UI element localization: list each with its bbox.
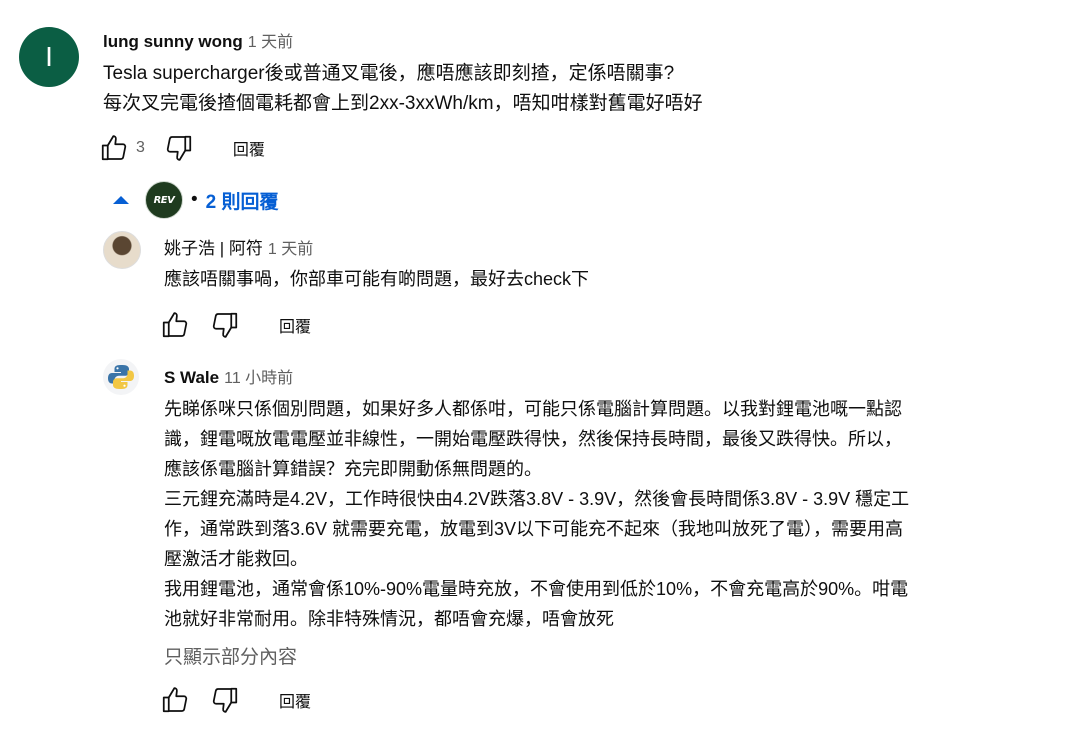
bullet-separator: • (191, 189, 198, 210)
comment-line: 每次叉完電後揸個電耗都會上到2xx-3xxWh/km，唔知咁樣對舊電好唔好 (103, 93, 703, 114)
reply-actions: 回覆 (159, 685, 311, 715)
reply-button[interactable]: 回覆 (279, 688, 311, 712)
thumbs-down-icon (212, 687, 238, 713)
reply-actions: 回覆 (159, 310, 311, 340)
reply-line: 三元鋰充滿時是4.2V，工作時很快由4.2V跌落3.8V - 3.9V，然後會長… (164, 489, 910, 509)
reply-line: 池就好非常耐用。除非特殊情況，都唔會充爆，唔會放死 (164, 609, 614, 629)
reply-author[interactable]: 姚子浩 | 阿符 (164, 234, 263, 259)
comment-header: lung sunny wong 1 天前 (103, 28, 293, 52)
reply-text: 應該唔關事喎，你部車可能有啲問題，最好去check下 (164, 264, 589, 294)
caret-up-icon (113, 196, 129, 204)
thumbs-down-icon (166, 135, 192, 161)
comment-author[interactable]: lung sunny wong (103, 32, 243, 52)
dislike-button[interactable] (209, 310, 241, 340)
reply-line: 壓激活才能救回。 (164, 549, 308, 569)
like-count: 3 (136, 139, 145, 156)
dislike-button[interactable] (163, 133, 195, 163)
reply-button[interactable]: 回覆 (233, 136, 265, 160)
like-button[interactable] (98, 133, 130, 163)
replies-count[interactable]: 2 則回覆 (206, 187, 279, 214)
thumbs-down-icon (212, 312, 238, 338)
creator-logo-text: REV (153, 194, 175, 206)
thumbs-up-icon (162, 312, 188, 338)
thumbs-up-icon (162, 687, 188, 713)
reply-header: 姚子浩 | 阿符 1 天前 (164, 234, 313, 259)
like-button[interactable] (159, 310, 191, 340)
reply-line: 應該唔關事喎，你部車可能有啲問題，最好去check下 (164, 269, 590, 289)
python-logo-icon (108, 365, 134, 389)
reply-line: 先睇係咪只係個別問題，如果好多人都係咁，可能只係電腦計算問題。以我對鋰電池嘅一點… (164, 399, 902, 419)
reply-line: 作，通常跌到落3.6V 就需要充電，放電到3V以下可能充不起來（我地叫放死了電）… (164, 519, 904, 539)
comment-time[interactable]: 1 天前 (248, 28, 293, 52)
reply-text: 先睇係咪只係個別問題，如果好多人都係咁，可能只係電腦計算問題。以我對鋰電池嘅一點… (164, 394, 909, 634)
like-button[interactable] (159, 685, 191, 715)
dislike-button[interactable] (209, 685, 241, 715)
reply-button[interactable]: 回覆 (279, 313, 311, 337)
comment-line: Tesla supercharger後或普通叉電後，應唔應該即刻揸，定係唔關事? (103, 63, 675, 84)
reply-line: 識，鋰電嘅放電電壓並非線性，一開始電壓跌得快，然後保持長時間，最後又跌得快。所以… (164, 429, 902, 449)
avatar[interactable]: I (19, 27, 79, 87)
comment-text: Tesla supercharger後或普通叉電後，應唔應該即刻揸，定係唔關事?… (103, 59, 703, 119)
reply-line: 應該係電腦計算錯誤？充完即開動係無問題的。 (164, 459, 542, 479)
reply-author[interactable]: S Wale (164, 368, 219, 388)
reply-line: 我用鋰電池，通常會係10%-90%電量時充放，不會使用到低於10%，不會充電高於… (164, 579, 909, 599)
thumbs-up-icon (101, 135, 127, 161)
creator-avatar: REV (145, 181, 183, 219)
reply-time[interactable]: 11 小時前 (224, 364, 293, 388)
reply-header: S Wale 11 小時前 (164, 364, 293, 388)
comment-actions: 3 回覆 (98, 133, 265, 163)
avatar[interactable] (103, 231, 141, 269)
show-less-link[interactable]: 只顯示部分內容 (164, 642, 297, 669)
replies-toggle[interactable]: REV • 2 則回覆 (110, 181, 279, 219)
reply-time[interactable]: 1 天前 (268, 235, 313, 259)
avatar[interactable] (103, 359, 139, 395)
